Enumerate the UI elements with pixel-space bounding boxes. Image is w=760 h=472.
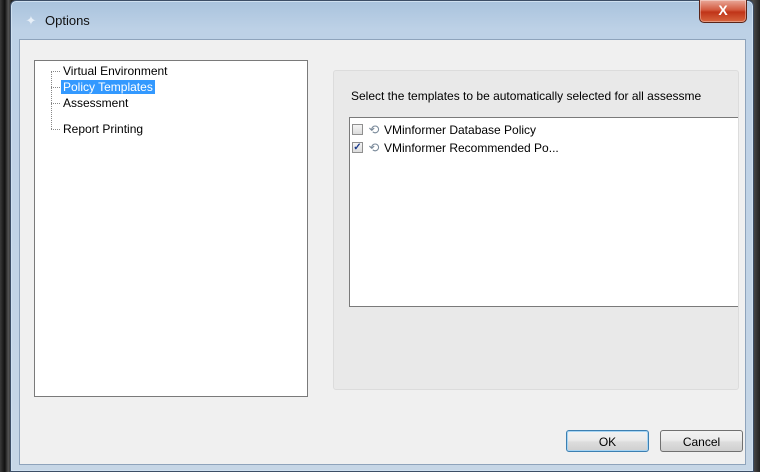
ok-button[interactable]: OK — [566, 430, 649, 452]
tree-connector — [51, 71, 60, 72]
tree-item-assessment[interactable]: Assessment — [61, 96, 130, 110]
options-tree: Virtual Environment Policy Templates Ass… — [34, 60, 308, 397]
policy-template-icon: ⟲ — [368, 122, 380, 137]
template-label: VMinformer Database Policy — [384, 123, 537, 137]
tree-connector — [51, 103, 60, 104]
instruction-text: Select the templates to be automatically… — [351, 89, 702, 103]
policy-templates-panel: Select the templates to be automatically… — [333, 70, 739, 390]
tree-item-virtual-environment[interactable]: Virtual Environment — [61, 64, 170, 78]
tree-connector-line — [51, 71, 52, 129]
tree-item-policy-templates[interactable]: Policy Templates — [61, 80, 155, 94]
template-checkbox[interactable]: ✓ — [352, 142, 363, 153]
window-title: Options — [45, 13, 90, 28]
template-label: VMinformer Recommended Po... — [384, 141, 559, 155]
options-dialog: ✦ Options X Virtual Environment Policy T… — [10, 0, 754, 472]
tree-connector — [51, 129, 60, 130]
app-icon: ✦ — [25, 13, 37, 28]
close-button[interactable]: X — [699, 0, 747, 23]
template-checkbox[interactable] — [352, 124, 363, 135]
dialog-client-area: Virtual Environment Policy Templates Ass… — [19, 39, 746, 465]
tree-connector — [51, 87, 60, 88]
tree-item-report-printing[interactable]: Report Printing — [61, 122, 145, 136]
templates-list[interactable]: ⟲ VMinformer Database Policy ✓ ⟲ VMinfor… — [349, 117, 738, 307]
cancel-button[interactable]: Cancel — [660, 430, 743, 452]
policy-template-icon: ⟲ — [368, 140, 380, 155]
title-bar[interactable]: ✦ Options X — [11, 0, 753, 39]
